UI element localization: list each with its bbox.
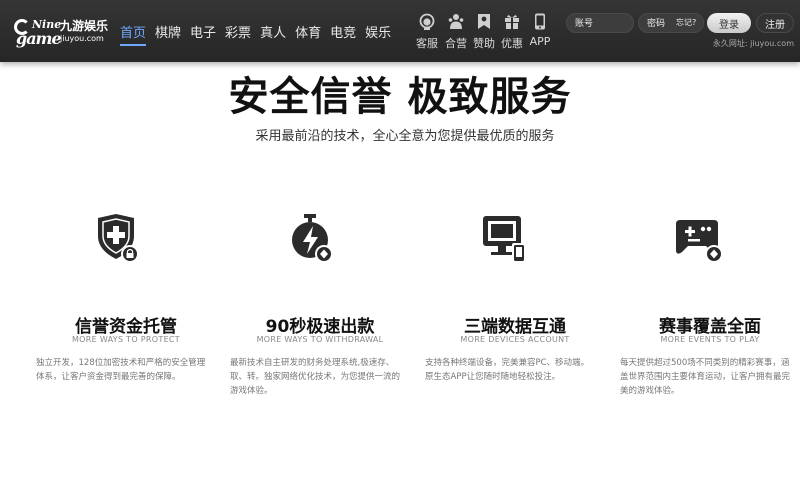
brand-name-cn: 九游娱乐 <box>59 18 108 33</box>
brand-logo[interactable]: Nine game 九游娱乐 jiuyou.com <box>14 16 108 48</box>
quick-link-label: 赞助 <box>473 37 495 50</box>
sponsor-badge-icon <box>476 12 492 30</box>
quick-link-label: 优惠 <box>501 37 523 50</box>
nav-item-home[interactable]: 首页 <box>120 22 147 46</box>
nav-item-lottery[interactable]: 彩票 <box>225 22 251 46</box>
monitor-phone-icon <box>479 212 531 264</box>
shield-plus-lock-icon <box>90 212 142 264</box>
forgot-password-link[interactable]: 忘记? <box>676 17 696 28</box>
nav-item-slots[interactable]: 电子 <box>190 22 216 46</box>
nav-item-chess[interactable]: 棋牌 <box>155 22 181 46</box>
logo-mark: Nine game <box>14 17 62 48</box>
feature-subtitle: MORE WAYS TO WITHDRAWAL <box>256 335 384 344</box>
nav-item-entertainment[interactable]: 娱乐 <box>365 22 391 46</box>
feature-title: 信誉资金托管 <box>75 317 177 337</box>
page-subtitle: 采用最前沿的技术，全心全意为您提供最优质的服务 <box>255 129 555 144</box>
feature-title: 赛事覆盖全面 <box>659 317 761 337</box>
stopwatch-lightning-icon <box>284 212 336 264</box>
quick-link-sponsor[interactable]: 赞助 <box>470 12 498 51</box>
login-button[interactable]: 登录 <box>707 13 751 33</box>
quick-links: 客服 合营 赞助 优惠 APP <box>412 12 554 51</box>
feature-description: 独立开发，128位加密技术和严格的安全管理体系，让客户资金得到最完善的保障。 <box>36 358 206 382</box>
feature-title: 90秒极速出款 <box>265 317 375 337</box>
quick-link-support[interactable]: 客服 <box>412 12 442 51</box>
quick-link-partners[interactable]: 合营 <box>442 12 470 51</box>
main-nav: 首页 棋牌 电子 彩票 真人 体育 电竞 娱乐 <box>120 22 400 46</box>
top-header: Nine game 九游娱乐 jiuyou.com 首页 棋牌 电子 彩票 真人… <box>0 0 800 62</box>
gift-icon <box>504 12 520 30</box>
register-button[interactable]: 注册 <box>756 13 794 33</box>
partners-icon <box>448 12 464 30</box>
page-title: 安全信誉 极致服务 <box>228 74 572 120</box>
nav-item-esports[interactable]: 电竞 <box>330 22 356 46</box>
gamepad-icon <box>674 212 726 264</box>
nav-item-live[interactable]: 真人 <box>260 22 286 46</box>
logo-text: 九游娱乐 jiuyou.com <box>60 20 108 43</box>
nav-item-sports[interactable]: 体育 <box>295 22 321 46</box>
feature-description: 支持各种终端设备，完美兼容PC、移动端。原生态APP让您随时随地轻松投注。 <box>425 358 590 382</box>
feature-subtitle: MORE WAYS TO PROTECT <box>71 335 180 344</box>
brand-domain: jiuyou.com <box>59 33 104 43</box>
account-input[interactable] <box>566 13 634 33</box>
feature-description: 最新技术自主研发的财务处理系统,极速存、取、转。独家网络优化技术，为您提供一流的… <box>230 358 401 396</box>
quick-link-app[interactable]: APP <box>526 12 554 51</box>
phone-icon <box>532 12 548 30</box>
logo-game: game <box>16 29 62 48</box>
quick-link-promotions[interactable]: 优惠 <box>498 12 526 51</box>
login-form: 忘记? 登录 注册 永久网址: jiuyou.com <box>566 13 796 53</box>
quick-link-label: 合营 <box>445 37 467 50</box>
feature-title: 三端数据互通 <box>464 317 566 337</box>
permanent-url: 永久网址: jiuyou.com <box>712 39 794 48</box>
feature-description: 每天提供超过500场不同类别的精彩赛事，涵盖世界范围内主要体育运动，让客户拥有最… <box>620 358 791 396</box>
feature-subtitle: MORE DEVICES ACCOUNT <box>460 335 570 344</box>
headset-icon <box>419 12 435 30</box>
quick-link-label: APP <box>529 35 551 48</box>
feature-subtitle: MORE EVENTS TO PLAY <box>660 335 760 344</box>
quick-link-label: 客服 <box>416 37 438 50</box>
